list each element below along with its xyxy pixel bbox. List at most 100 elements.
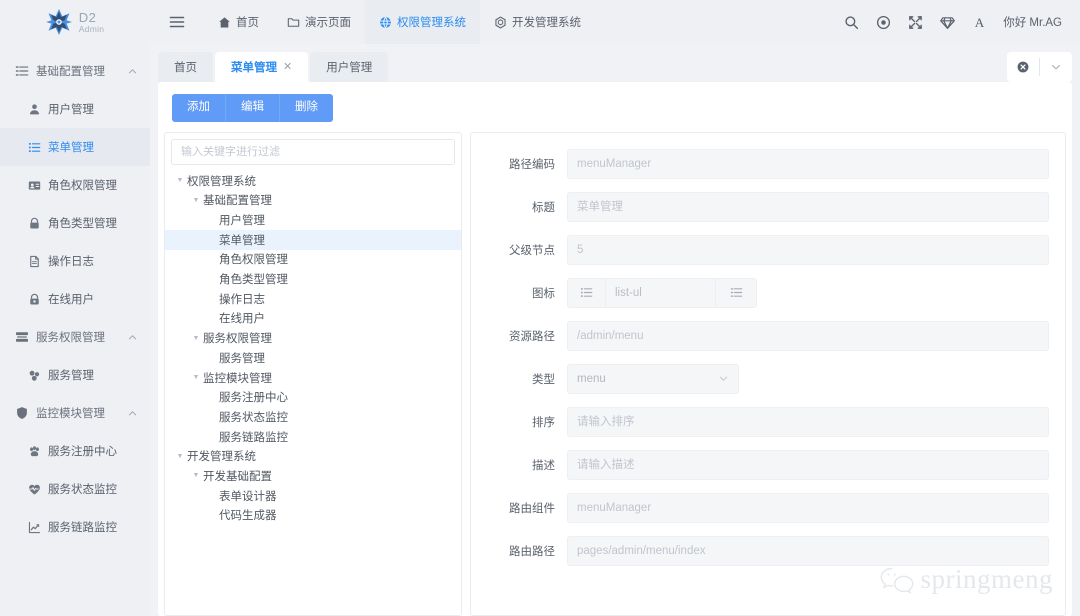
sidebar-group-2[interactable]: 监控模块管理 [0,394,150,432]
form-label-7: 描述 [471,457,567,473]
topnav-item-2[interactable]: 权限管理系统 [365,0,480,44]
tree-node-13[interactable]: 服务链路监控 [165,427,461,447]
home-icon [218,16,231,29]
tab-label: 菜单管理 [231,59,277,75]
form-input-0[interactable] [567,149,1049,179]
tab-2[interactable]: 用户管理 [310,52,388,82]
hamburger-icon[interactable] [164,9,190,35]
sidebar-group-label: 服务权限管理 [36,329,127,345]
list-icon[interactable] [715,278,757,308]
caret-down-icon[interactable]: ▼ [189,374,203,381]
top-bar-icons: A 你好 Mr.AG [835,6,1062,38]
brand-name: D2 [79,11,105,24]
lock-user-icon [26,293,42,306]
tab-0[interactable]: 首页 [158,52,213,82]
caret-down-icon[interactable]: ▼ [189,335,203,342]
tree-node-3[interactable]: 菜单管理 [165,230,461,250]
form-row-2: 父级节点 [471,235,1065,265]
sidebar-item-2-1[interactable]: 服务状态监控 [0,470,150,508]
form-input-7[interactable] [567,450,1049,480]
caret-down-icon[interactable]: ▼ [173,177,187,184]
sidebar-item-1-0[interactable]: 服务管理 [0,356,150,394]
tree-node-15[interactable]: ▼开发基础配置 [165,466,461,486]
tree-node-17[interactable]: 代码生成器 [165,505,461,525]
sidebar-group-1[interactable]: 服务权限管理 [0,318,150,356]
sidebar-item-0-1[interactable]: 菜单管理 [0,128,150,166]
select-value: menu [577,373,718,385]
sidebar-item-label: 服务链路监控 [48,519,117,535]
brand-logo[interactable]: D2 Admin [0,0,150,44]
theme-diamond-icon[interactable] [931,6,963,38]
caret-down-icon[interactable]: ▼ [189,197,203,204]
tree-node-14[interactable]: ▼开发管理系统 [165,446,461,466]
form-input-9[interactable] [567,536,1049,566]
tree-node-16[interactable]: 表单设计器 [165,486,461,506]
delete-button[interactable]: 删除 [280,94,333,122]
main-area: 首页演示页面权限管理系统开发管理系统 A 你好 Mr.AG [150,0,1080,616]
topnav-item-0[interactable]: 首页 [204,0,273,44]
tab-close-icon[interactable]: ✕ [283,62,292,73]
tree-node-6[interactable]: 操作日志 [165,289,461,309]
form-label-0: 路径编码 [471,156,567,172]
sidebar-item-label: 服务注册中心 [48,443,117,459]
tree-filter-input[interactable] [171,139,455,165]
tree-node-11[interactable]: 服务注册中心 [165,387,461,407]
target-icon[interactable] [867,6,899,38]
close-circle-icon[interactable] [1007,52,1039,82]
file-text-icon [26,255,42,268]
sidebar-item-2-0[interactable]: 服务注册中心 [0,432,150,470]
list-ul-icon[interactable] [567,278,605,308]
caret-down-icon[interactable]: ▼ [173,453,187,460]
form-control-1 [567,192,1049,222]
sidebar-item-2-2[interactable]: 服务链路监控 [0,508,150,546]
sidebar-item-0-5[interactable]: 在线用户 [0,280,150,318]
topnav-item-1[interactable]: 演示页面 [273,0,365,44]
form-input-6[interactable] [567,407,1049,437]
tree-filter [165,133,461,169]
tree-node-5[interactable]: 角色类型管理 [165,269,461,289]
crud-button-group: 添加 编辑 删除 [172,94,333,122]
tree-node-8[interactable]: ▼服务权限管理 [165,328,461,348]
tree-node-9[interactable]: 服务管理 [165,348,461,368]
tree-node-0[interactable]: ▼权限管理系统 [165,171,461,191]
tab-strip: 首页 菜单管理 ✕ 用户管理 [150,44,1080,82]
sidebar-group-0[interactable]: 基础配置管理 [0,52,150,90]
tree-node-label: 权限管理系统 [187,173,256,189]
edit-button[interactable]: 编辑 [226,94,280,122]
tree-node-2[interactable]: 用户管理 [165,210,461,230]
chevron-up-icon [127,408,138,419]
fullscreen-icon[interactable] [899,6,931,38]
chevron-down-icon[interactable] [1040,52,1072,82]
tree-node-label: 服务注册中心 [219,389,288,405]
tab-1[interactable]: 菜单管理 ✕ [215,52,308,82]
font-size-icon[interactable]: A [963,6,995,38]
tree-node-10[interactable]: ▼监控模块管理 [165,368,461,388]
sidebar-item-0-2[interactable]: 角色权限管理 [0,166,150,204]
sidebar-item-0-3[interactable]: 角色类型管理 [0,204,150,242]
form-row-9: 路由路径 [471,536,1065,566]
tree-node-4[interactable]: 角色权限管理 [165,250,461,270]
form-select-5[interactable]: menu [567,364,739,394]
user-greeting[interactable]: 你好 Mr.AG [1003,14,1062,30]
form-icon-input[interactable]: list-ul [605,278,715,308]
sidebar-item-0-0[interactable]: 用户管理 [0,90,150,128]
search-icon[interactable] [835,6,867,38]
caret-down-icon[interactable]: ▼ [189,472,203,479]
tree-node-12[interactable]: 服务状态监控 [165,407,461,427]
form-row-3: 图标list-ul [471,278,1065,308]
tree-node-7[interactable]: 在线用户 [165,309,461,329]
form-label-1: 标题 [471,199,567,215]
tab-actions [1007,52,1072,82]
tree-node-1[interactable]: ▼基础配置管理 [165,190,461,210]
sidebar-item-label: 服务状态监控 [48,481,117,497]
add-button[interactable]: 添加 [172,94,226,122]
form-input-1[interactable] [567,192,1049,222]
form-input-4[interactable] [567,321,1049,351]
brand-sub: Admin [79,25,105,34]
form-input-2[interactable] [567,235,1049,265]
form-input-8[interactable] [567,493,1049,523]
folder-icon [287,16,300,29]
topnav-item-3[interactable]: 开发管理系统 [480,0,595,44]
sidebar-item-0-4[interactable]: 操作日志 [0,242,150,280]
cubes-icon [26,369,42,382]
